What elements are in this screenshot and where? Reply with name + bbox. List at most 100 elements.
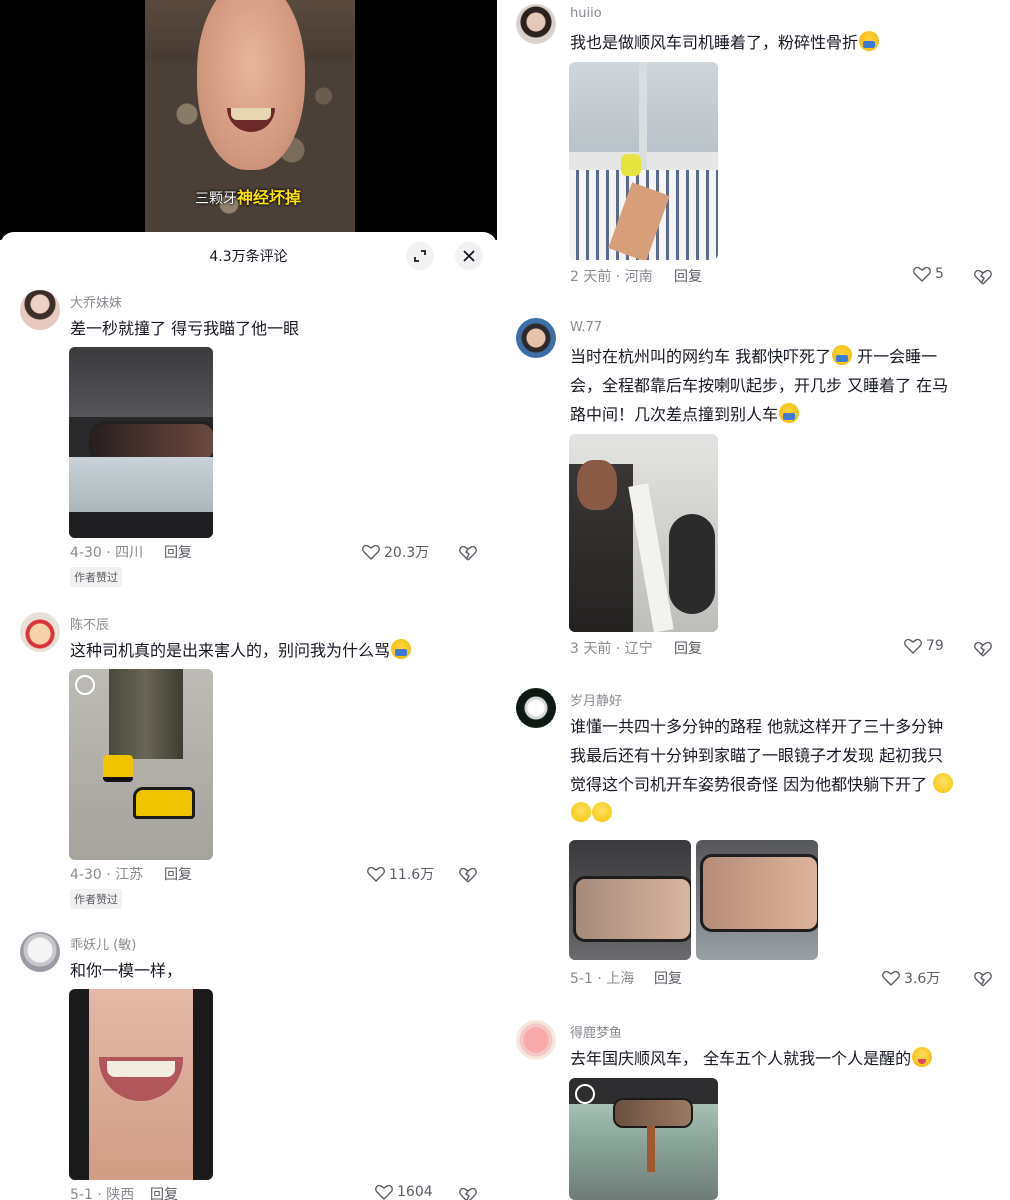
comment-image[interactable] bbox=[69, 989, 213, 1180]
comment-text-line bbox=[570, 799, 1000, 828]
comment-text-line: 觉得这个司机开车姿势很奇怪 因为他都快躺下开了 bbox=[570, 770, 1000, 799]
comment-author[interactable]: W.77 bbox=[570, 320, 602, 335]
author-liked-badge: 作者赞过 bbox=[70, 889, 122, 909]
avatar[interactable] bbox=[20, 290, 60, 330]
video-subtitle: 三颗牙神经坏掉 bbox=[195, 184, 301, 208]
expand-button[interactable] bbox=[406, 242, 434, 270]
heart-icon bbox=[882, 970, 900, 986]
comment-text-content: 我也是做顺风车司机睡着了，粉碎性骨折 bbox=[570, 33, 859, 52]
comment-time: 5-1 · 陕西 bbox=[70, 1187, 135, 1200]
reply-button[interactable]: 回复 bbox=[150, 1184, 178, 1200]
left-shoe bbox=[103, 755, 133, 782]
yellow-bag bbox=[621, 154, 641, 176]
reply-button[interactable]: 回复 bbox=[164, 864, 192, 884]
dashboard bbox=[69, 512, 213, 538]
reply-button[interactable]: 回复 bbox=[654, 968, 682, 988]
drooling-emoji-icon bbox=[912, 1047, 933, 1067]
comment-image[interactable] bbox=[569, 434, 718, 632]
comment-text-line: 路中间！几次差点撞到别人车 bbox=[570, 400, 1000, 429]
comment-item: 陈不辰 这种司机真的是出来害人的，别问我为什么骂 4-30 · 江苏 回复 11… bbox=[20, 612, 490, 912]
broken-heart-icon[interactable] bbox=[973, 638, 993, 658]
comment-text-segment: 路中间！几次差点撞到别人车 bbox=[570, 405, 779, 424]
reply-button[interactable]: 回复 bbox=[674, 266, 702, 286]
comment-image[interactable] bbox=[69, 347, 213, 538]
comment-image[interactable] bbox=[569, 1078, 718, 1200]
comment-author[interactable]: 陈不辰 bbox=[70, 614, 109, 633]
hair-left bbox=[69, 989, 89, 1180]
comment-text-line: 谁懂一共四十多分钟的路程 他就这样开了三十多分钟 bbox=[570, 717, 944, 736]
video-player[interactable]: 三颗牙神经坏掉 bbox=[0, 0, 497, 240]
heart-icon bbox=[904, 638, 922, 654]
face-image bbox=[197, 0, 305, 170]
car-ceiling bbox=[69, 347, 213, 417]
right-screenshot: huiio 我也是做顺风车司机睡着了，粉碎性骨折 2 天前 · 河南 回复 5 … bbox=[500, 0, 1010, 1200]
like-count: 3.6万 bbox=[904, 971, 941, 987]
broken-heart-icon[interactable] bbox=[458, 864, 478, 884]
pants bbox=[109, 669, 183, 759]
comment-author[interactable]: 大乔妹妹 bbox=[70, 292, 122, 311]
comment-author[interactable]: 岁月静好 bbox=[570, 690, 622, 709]
subtitle-prefix: 三颗牙 bbox=[195, 191, 237, 207]
comment-sheet-header: 4.3万条评论 bbox=[0, 232, 497, 278]
heart-icon bbox=[913, 266, 931, 282]
hair-right bbox=[193, 989, 213, 1180]
avatar[interactable] bbox=[516, 318, 556, 358]
video-frame: 三颗牙神经坏掉 bbox=[145, 0, 355, 240]
like-button[interactable]: 20.3万 bbox=[362, 542, 429, 562]
avatar[interactable] bbox=[516, 1020, 556, 1060]
comment-item: 乖妖儿 (敏) 和你一模一样， 5-1 · 陕西 回复 1604 bbox=[20, 932, 490, 1200]
comment-text-segment: 当时在杭州叫的网约车 我都快吓死了 bbox=[570, 347, 832, 366]
comment-item: 岁月静好 谁懂一共四十多分钟的路程 他就这样开了三十多分钟 我最后还有十分钟到家… bbox=[516, 688, 1006, 998]
dizzy-smile-emoji-icon bbox=[933, 773, 954, 793]
like-button[interactable]: 3.6万 bbox=[882, 968, 940, 988]
broken-heart-icon[interactable] bbox=[973, 266, 993, 286]
comment-text-segment: 开一会睡一 bbox=[852, 347, 938, 366]
sticker-icon bbox=[575, 1084, 595, 1104]
hanging-ornament bbox=[647, 1126, 655, 1172]
comment-image[interactable] bbox=[69, 669, 213, 860]
like-button[interactable]: 11.6万 bbox=[367, 864, 434, 884]
comment-author[interactable]: 得鹿梦鱼 bbox=[570, 1022, 622, 1041]
comment-text: 当时在杭州叫的网约车 我都快吓死了 开一会睡一 会，全程都靠后车按喇叭起步，开几… bbox=[570, 342, 1000, 429]
avatar[interactable] bbox=[20, 932, 60, 972]
like-button[interactable]: 1604 bbox=[375, 1184, 433, 1200]
avatar[interactable] bbox=[516, 688, 556, 728]
rearview-mirror bbox=[700, 854, 818, 932]
broken-heart-icon[interactable] bbox=[458, 1184, 478, 1200]
comment-author[interactable]: 乖妖儿 (敏) bbox=[70, 934, 136, 953]
comment-author[interactable]: huiio bbox=[570, 6, 602, 21]
comment-sheet: 4.3万条评论 大乔妹妹 差一秒就撞了 得亏我瞄了他一眼 4-30 · 四川 回… bbox=[0, 232, 497, 1200]
reply-button[interactable]: 回复 bbox=[164, 542, 192, 562]
comment-item: huiio 我也是做顺风车司机睡着了，粉碎性骨折 2 天前 · 河南 回复 5 bbox=[516, 4, 1006, 304]
right-shoe bbox=[133, 787, 195, 819]
teeth-image bbox=[231, 108, 271, 120]
heart-icon bbox=[375, 1184, 393, 1200]
comment-text-content: 去年国庆顺风车， 全车五个人就我一个人是醒的 bbox=[570, 1049, 912, 1068]
comment-time: 4-30 · 四川 bbox=[70, 545, 144, 561]
sticker-icon bbox=[75, 675, 95, 695]
broken-heart-icon[interactable] bbox=[973, 968, 993, 988]
broken-heart-icon[interactable] bbox=[458, 542, 478, 562]
comment-text-line: 当时在杭州叫的网约车 我都快吓死了 开一会睡一 bbox=[570, 342, 1000, 371]
avatar[interactable] bbox=[516, 4, 556, 44]
comment-image[interactable] bbox=[569, 62, 718, 260]
dizzy-smile-emoji-icon bbox=[592, 802, 612, 822]
like-count: 5 bbox=[935, 266, 944, 282]
comment-image[interactable] bbox=[569, 840, 691, 960]
like-button[interactable]: 79 bbox=[904, 638, 944, 654]
like-count: 11.6万 bbox=[389, 867, 435, 883]
reply-button[interactable]: 回复 bbox=[674, 638, 702, 658]
road-view bbox=[69, 457, 213, 517]
author-liked-badge: 作者赞过 bbox=[70, 567, 122, 587]
crying-emoji-icon bbox=[391, 639, 412, 659]
rearview-mirror bbox=[613, 1098, 693, 1128]
seatbelt bbox=[628, 483, 674, 632]
steering-wheel bbox=[669, 514, 715, 614]
crying-emoji-icon bbox=[779, 403, 800, 423]
avatar[interactable] bbox=[20, 612, 60, 652]
comment-image[interactable] bbox=[696, 840, 818, 960]
close-button[interactable] bbox=[455, 242, 483, 270]
rearview-mirror bbox=[573, 876, 691, 942]
like-button[interactable]: 5 bbox=[913, 266, 944, 282]
comment-text-line: 会，全程都靠后车按喇叭起步，开几步 又睡着了 在马 bbox=[570, 376, 949, 395]
